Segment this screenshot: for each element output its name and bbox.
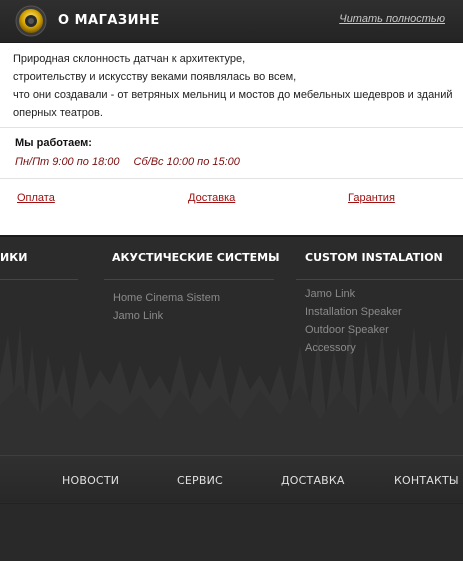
footer-col-title: CUSTOM INSTALATION [305, 251, 443, 264]
read-more-link[interactable]: Читать полностью [339, 13, 445, 25]
footer-link[interactable]: Accessory [305, 342, 356, 354]
about-title: О МАГАЗИНЕ [58, 13, 160, 28]
about-text-line: Природная склонность датчан к архитектур… [13, 53, 246, 65]
footer-link[interactable]: Jamo Link [305, 288, 355, 300]
nav-delivery[interactable]: ДОСТАВКА [281, 474, 345, 487]
footer-border [0, 235, 463, 237]
footer-col-title: АКУСТИЧЕСКИЕ СИСТЕМЫ [112, 251, 280, 264]
footer-link[interactable]: Home Cinema Sistem [113, 292, 220, 304]
hours-weekend: Сб/Вс 10:00 по 15:00 [133, 156, 240, 168]
about-header: О МАГАЗИНЕ Читать полностью [0, 0, 463, 43]
column-rule [296, 279, 463, 280]
footer-nav: НОВОСТИ СЕРВИС ДОСТАВКА КОНТАКТЫ [0, 455, 463, 502]
warranty-link[interactable]: Гарантия [348, 192, 395, 204]
waveform-background [0, 325, 463, 455]
footer-link[interactable]: Installation Speaker [305, 306, 402, 318]
speaker-icon [15, 5, 47, 37]
footer-col-title: ИКИ [0, 251, 28, 264]
footer: ИКИ АКУСТИЧЕСКИЕ СИСТЕМЫ Home Cinema Sis… [0, 235, 463, 561]
divider [0, 178, 463, 179]
column-rule [104, 279, 274, 280]
hours-weekdays: Пн/Пт 9:00 по 18:00 [15, 156, 120, 168]
delivery-link[interactable]: Доставка [188, 192, 235, 204]
about-text-line: что они создавали - от ветряных мельниц … [13, 89, 453, 101]
about-text-line: строительству и искусству веками появлял… [13, 71, 297, 83]
hours-title: Мы работаем: [15, 137, 92, 149]
column-rule [0, 279, 78, 280]
about-description: Природная склонность датчан к архитектур… [13, 50, 458, 122]
divider [0, 127, 463, 128]
footer-bottom [0, 503, 463, 561]
footer-link[interactable]: Jamo Link [113, 310, 163, 322]
hours-row: Пн/Пт 9:00 по 18:00 Сб/Вс 10:00 по 15:00 [15, 156, 240, 168]
footer-link[interactable]: Outdoor Speaker [305, 324, 389, 336]
nav-contacts[interactable]: КОНТАКТЫ [394, 474, 459, 487]
payment-link[interactable]: Оплата [17, 192, 55, 204]
nav-service[interactable]: СЕРВИС [177, 474, 223, 487]
about-text-line: оперных театров. [13, 107, 103, 119]
nav-news[interactable]: НОВОСТИ [62, 474, 119, 487]
